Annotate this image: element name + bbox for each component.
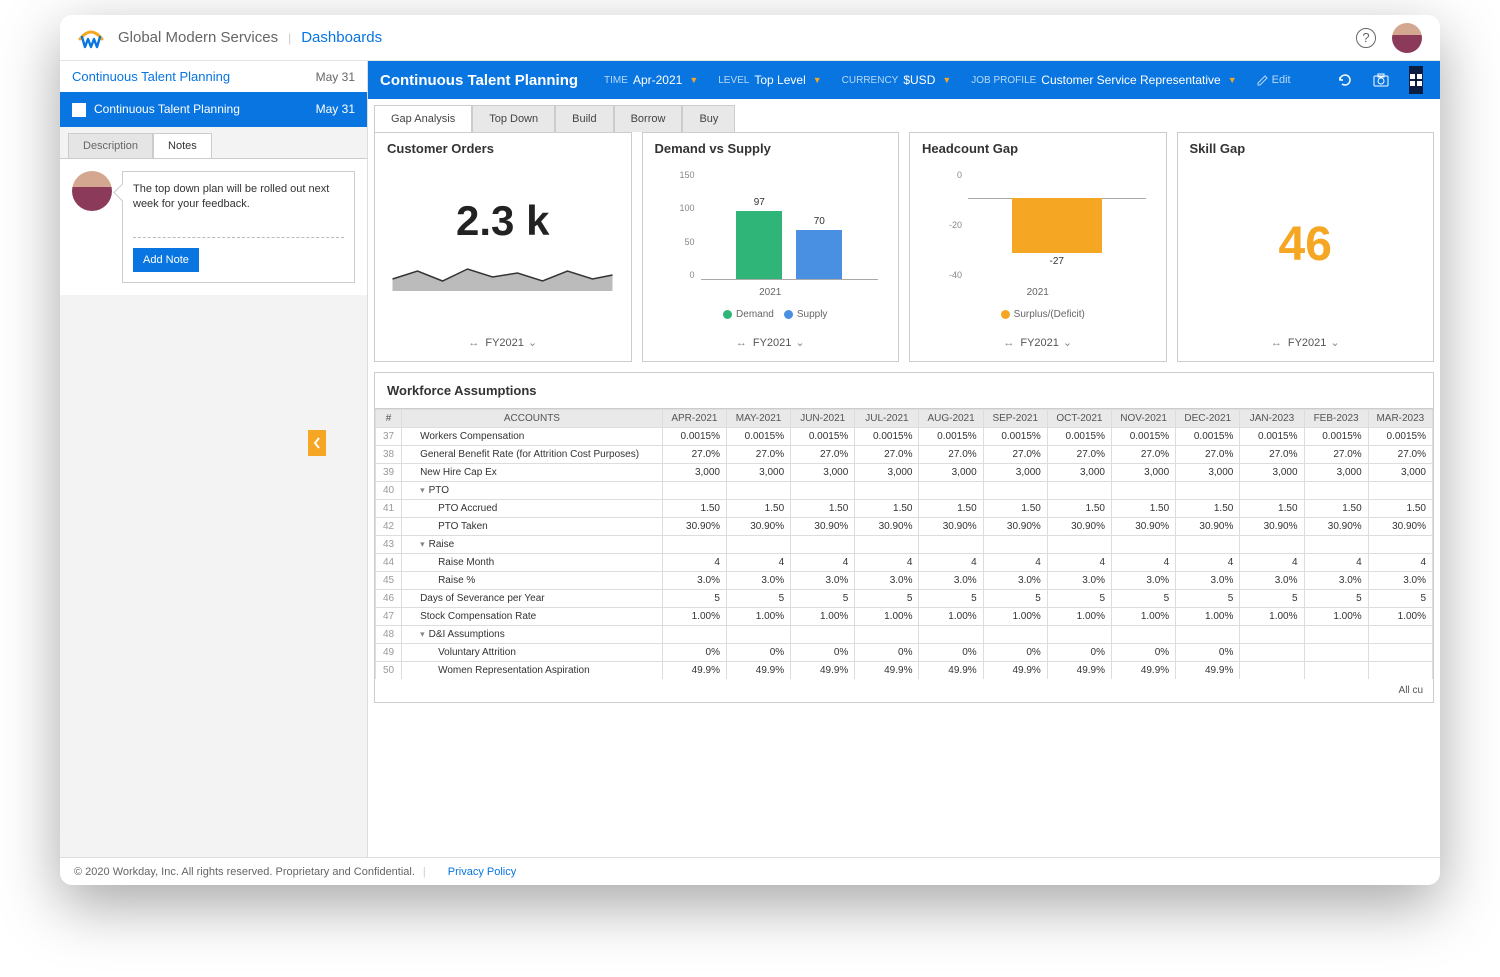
table-header[interactable]: ACCOUNTS [402,410,663,428]
table-row[interactable]: 46Days of Severance per Year555555555555 [376,590,1433,608]
user-avatar[interactable] [1392,23,1422,53]
table-row[interactable]: 47Stock Compensation Rate1.00%1.00%1.00%… [376,608,1433,626]
table-row[interactable]: 42PTO Taken30.90%30.90%30.90%30.90%30.90… [376,518,1433,536]
add-note-button[interactable]: Add Note [133,248,199,272]
sidebar-title[interactable]: Continuous Talent Planning [72,69,230,84]
orders-sparkline [385,251,620,291]
workday-logo [78,25,104,51]
table-header[interactable]: NOV-2021 [1112,410,1176,428]
filter-time[interactable]: TIMEApr-2021▼ [604,73,698,87]
table-row[interactable]: 49Voluntary Attrition0%0%0%0%0%0%0%0%0% [376,644,1433,662]
footer: © 2020 Workday, Inc. All rights reserved… [60,857,1440,885]
view-tabs: Gap Analysis Top Down Build Borrow Buy [368,99,1440,132]
table-header[interactable]: SEP-2021 [983,410,1047,428]
sidebar-tab-notes[interactable]: Notes [153,133,212,158]
sheet-title: Continuous Talent Planning [380,72,578,89]
table-row[interactable]: 40▾PTO [376,482,1433,500]
tab-build[interactable]: Build [555,105,613,132]
table-header[interactable]: MAY-2021 [726,410,790,428]
table-header[interactable]: JUL-2021 [855,410,919,428]
note-text: The top down plan will be rolled out nex… [133,182,344,213]
table-header[interactable]: # [376,410,402,428]
plan-checkbox[interactable] [72,103,86,117]
plan-item[interactable]: Continuous Talent Planning May 31 [60,92,367,127]
topbar: Global Modern Services | Dashboards ? [60,15,1440,61]
table-header[interactable]: JAN-2023 [1240,410,1304,428]
orders-value: 2.3 k [456,197,549,245]
grid-view-button[interactable] [1409,66,1423,94]
table-header[interactable]: OCT-2021 [1047,410,1111,428]
grid-icon [1409,73,1423,87]
table-header[interactable]: MAR-2023 [1368,410,1432,428]
table-row[interactable]: 45Raise %3.0%3.0%3.0%3.0%3.0%3.0%3.0%3.0… [376,572,1433,590]
collapse-sidebar-button[interactable] [308,430,326,456]
sheet-toolbar: Continuous Talent Planning TIMEApr-2021▼… [368,61,1440,99]
card-period-selector[interactable]: ↔FY2021⌄ [910,324,1166,361]
note-avatar [72,171,112,211]
sidebar-date: May 31 [316,70,355,84]
card-headcount-gap: Headcount Gap 0-20-40 -27 2021 Surplus/(… [909,132,1167,362]
section-link[interactable]: Dashboards [301,29,382,46]
tab-borrow[interactable]: Borrow [614,105,683,132]
grid-scroll[interactable]: #ACCOUNTSAPR-2021MAY-2021JUN-2021JUL-202… [375,409,1433,679]
refresh-icon [1337,72,1353,88]
assumptions-table: #ACCOUNTSAPR-2021MAY-2021JUN-2021JUL-202… [375,409,1433,679]
table-header[interactable]: JUN-2021 [791,410,855,428]
sidebar: Continuous Talent Planning May 31 Contin… [60,61,368,857]
tab-buy[interactable]: Buy [682,105,735,132]
divider: | [288,31,291,45]
table-row[interactable]: 41PTO Accrued1.501.501.501.501.501.501.5… [376,500,1433,518]
table-header[interactable]: AUG-2021 [919,410,983,428]
table-row[interactable]: 39New Hire Cap Ex3,0003,0003,0003,0003,0… [376,464,1433,482]
card-customer-orders: Customer Orders 2.3 k ↔FY2021⌄ [374,132,632,362]
note-box: The top down plan will be rolled out nex… [122,171,355,283]
skill-gap-value: 46 [1279,217,1332,272]
table-header[interactable]: FEB-2023 [1304,410,1368,428]
card-period-selector[interactable]: ↔FY2021⌄ [1178,324,1434,361]
table-row[interactable]: 37Workers Compensation0.0015%0.0015%0.00… [376,428,1433,446]
tab-top-down[interactable]: Top Down [472,105,555,132]
tab-gap-analysis[interactable]: Gap Analysis [374,105,472,132]
pencil-icon [1257,75,1268,86]
filter-currency[interactable]: CURRENCY$USD▼ [842,73,952,87]
table-header[interactable]: APR-2021 [662,410,726,428]
filter-level[interactable]: LEVELTop Level▼ [718,73,821,87]
camera-icon [1373,73,1389,87]
company-name: Global Modern Services [118,29,278,46]
table-row[interactable]: 44Raise Month444444444444 [376,554,1433,572]
card-period-selector[interactable]: ↔FY2021⌄ [375,324,631,361]
refresh-button[interactable] [1337,66,1353,94]
table-row[interactable]: 50Women Representation Aspiration49.9%49… [376,662,1433,680]
table-row[interactable]: 38General Benefit Rate (for Attrition Co… [376,446,1433,464]
help-icon[interactable]: ? [1356,28,1376,48]
camera-button[interactable] [1373,66,1389,94]
filter-job-profile[interactable]: JOB PROFILECustomer Service Representati… [971,73,1236,87]
table-header[interactable]: DEC-2021 [1176,410,1240,428]
chevron-left-icon [313,437,321,449]
card-period-selector[interactable]: ↔FY2021⌄ [643,324,899,361]
card-demand-supply: Demand vs Supply 150100500 97 70 2021 De… [642,132,900,362]
edit-button[interactable]: Edit [1257,74,1291,86]
table-row[interactable]: 43▾Raise [376,536,1433,554]
workforce-assumptions: Workforce Assumptions #ACCOUNTSAPR-2021M… [374,372,1434,703]
card-skill-gap: Skill Gap 46 ↔FY2021⌄ [1177,132,1435,362]
table-row[interactable]: 48▾D&I Assumptions [376,626,1433,644]
privacy-link[interactable]: Privacy Policy [448,866,516,878]
sidebar-tab-description[interactable]: Description [68,133,153,158]
